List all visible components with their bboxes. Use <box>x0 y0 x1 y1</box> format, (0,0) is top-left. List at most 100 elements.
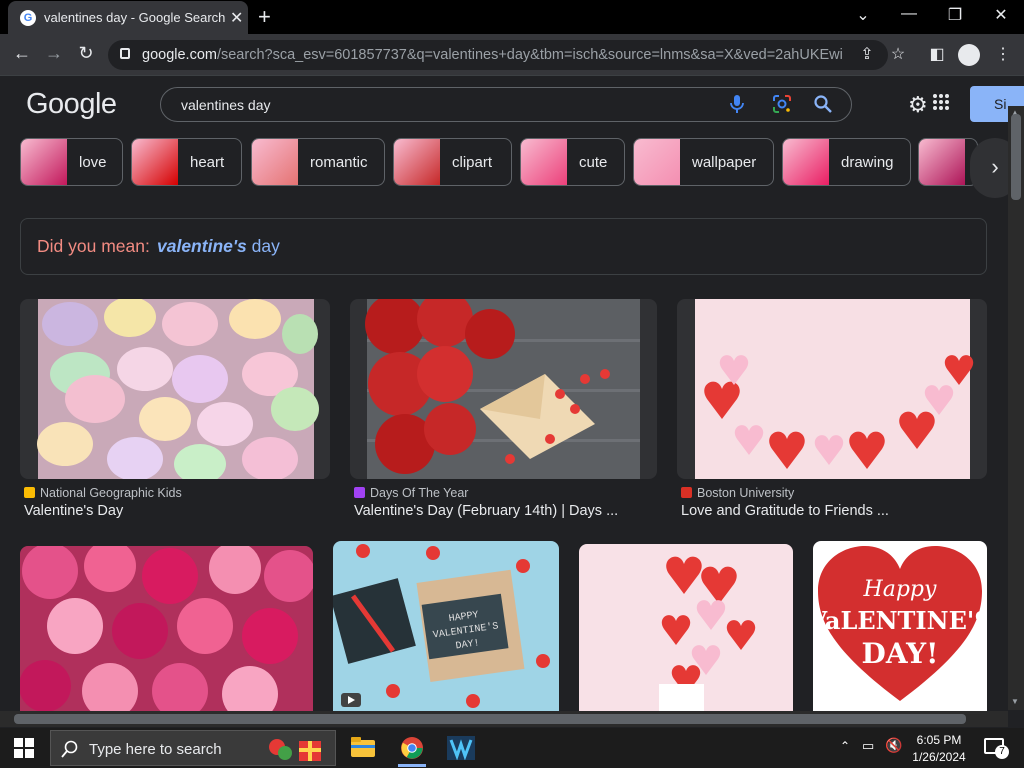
result-image-1[interactable] <box>20 299 330 479</box>
minimize-button[interactable]: — <box>897 5 921 23</box>
google-favicon-icon: G <box>20 10 36 26</box>
voice-search-icon[interactable] <box>729 94 745 114</box>
source-favicon-icon <box>354 487 365 498</box>
chip-label: clipart <box>452 154 493 171</box>
clipart-thumbnail <box>394 139 440 185</box>
chip-heart[interactable]: heart <box>131 138 242 186</box>
chip-label: heart <box>190 154 225 171</box>
file-explorer-icon[interactable] <box>351 737 375 757</box>
red-roses-envelope-image <box>365 299 640 479</box>
taskbar-clock[interactable]: 6:05 PM 1/26/2024 <box>904 732 974 766</box>
tab-close-icon[interactable]: ✕ <box>230 8 243 28</box>
romantic-thumbnail <box>252 139 298 185</box>
url-text: google.com/search?sca_esv=601857737&q=va… <box>142 47 842 63</box>
back-button[interactable]: ← <box>10 43 34 64</box>
valentine-gifts-icon <box>269 739 321 761</box>
google-lens-icon[interactable] <box>772 94 792 114</box>
pink-roses-image <box>20 546 313 711</box>
search-input[interactable]: valentines day <box>160 87 852 122</box>
chip-love[interactable]: love <box>20 138 123 186</box>
chip-label: wallpaper <box>692 154 757 171</box>
result-image-7[interactable]: Happy VaLENTINE'S DAY! <box>813 541 987 711</box>
chip-label: romantic <box>310 154 368 171</box>
chip-more[interactable] <box>918 138 978 186</box>
bookmark-star-icon[interactable]: ☆ <box>887 44 909 64</box>
result-source[interactable]: Boston University <box>681 486 794 500</box>
windows-start-icon[interactable] <box>14 738 34 758</box>
result-title[interactable]: Love and Gratitude to Friends ... <box>681 503 889 519</box>
menu-kebab-icon[interactable]: ⋮ <box>992 44 1014 64</box>
result-image-2[interactable] <box>350 299 657 479</box>
paper-hearts-envelope-image <box>579 544 793 711</box>
reload-button[interactable]: ↻ <box>74 43 98 64</box>
chrome-icon[interactable] <box>400 736 424 760</box>
clock-time: 6:05 PM <box>916 733 962 747</box>
close-window-button[interactable]: ✕ <box>989 5 1013 25</box>
valentine-thumbnail <box>919 139 965 185</box>
result-image-4[interactable] <box>20 546 313 711</box>
source-favicon-icon <box>24 487 35 498</box>
taskbar-search-input[interactable]: Type here to search <box>50 730 336 766</box>
result-title[interactable]: Valentine's Day <box>24 503 123 519</box>
result-title[interactable]: Valentine's Day (February 14th) | Days .… <box>354 503 618 519</box>
chip-wallpaper[interactable]: wallpaper <box>633 138 774 186</box>
result-image-6[interactable] <box>579 544 793 711</box>
drawing-thumbnail <box>783 139 829 185</box>
love-thumbnail <box>21 139 67 185</box>
notification-center-icon[interactable]: 7 <box>984 738 1009 759</box>
vertical-scroll-thumb[interactable] <box>1011 114 1021 200</box>
tab-search-chevron-icon[interactable]: ⌄ <box>851 5 875 25</box>
search-icon[interactable] <box>813 94 833 114</box>
lock-icon <box>120 48 130 59</box>
google-logo[interactable]: Google <box>26 88 117 121</box>
chip-label: love <box>79 154 107 171</box>
cute-thumbnail <box>521 139 567 185</box>
restore-button[interactable]: ❐ <box>943 5 967 25</box>
chip-label: drawing <box>841 154 894 171</box>
chip-clipart[interactable]: clipart <box>393 138 512 186</box>
side-panel-icon[interactable]: ◧ <box>926 44 948 64</box>
tab-title: valentines day - Google Search <box>44 10 226 25</box>
svg-text:VaLENTINE'S: VaLENTINE'S <box>813 606 987 635</box>
new-tab-button[interactable]: + <box>258 4 271 30</box>
result-image-5[interactable]: HAPPY VALENTINE'S DAY! <box>333 541 559 711</box>
scroll-down-arrow-icon[interactable]: ▼ <box>1011 697 1019 706</box>
chip-cute[interactable]: cute <box>520 138 625 186</box>
heart-thumbnail <box>132 139 178 185</box>
clock-date: 1/26/2024 <box>912 750 966 764</box>
pink-paper-hearts-image <box>695 299 974 479</box>
did-you-mean-suggestion-link[interactable]: valentine's day <box>157 236 280 257</box>
taskbar-search-placeholder: Type here to search <box>89 741 222 758</box>
network-icon[interactable]: ▭ <box>862 738 874 754</box>
chrome-active-indicator <box>398 764 426 767</box>
result-source[interactable]: National Geographic Kids <box>24 486 182 500</box>
result-source-name: Boston University <box>697 486 795 500</box>
horizontal-scroll-thumb[interactable] <box>14 714 966 724</box>
video-editor-app-icon[interactable] <box>447 736 475 760</box>
chip-label: cute <box>579 154 608 171</box>
address-bar[interactable]: google.com/search?sca_esv=601857737&q=va… <box>108 40 888 70</box>
search-query-text: valentines day <box>181 97 271 113</box>
candy-hearts-image <box>37 299 319 479</box>
tray-chevron-icon[interactable]: ⌃ <box>840 739 850 753</box>
happy-valentines-card-image: HAPPY VALENTINE'S DAY! <box>333 541 559 711</box>
taskbar-search-icon <box>61 740 78 758</box>
profile-avatar-icon[interactable] <box>958 44 980 66</box>
svg-text:Happy: Happy <box>863 577 937 602</box>
result-source-name: National Geographic Kids <box>40 486 182 500</box>
did-you-mean-label: Did you mean: <box>37 236 150 256</box>
result-source-name: Days Of The Year <box>370 486 469 500</box>
wallpaper-thumbnail <box>634 139 680 185</box>
result-image-3[interactable] <box>677 299 987 479</box>
volume-muted-icon[interactable]: 🔇 <box>885 737 902 754</box>
google-apps-icon[interactable] <box>932 93 950 111</box>
chip-romantic[interactable]: romantic <box>251 138 385 186</box>
browser-tab[interactable]: G valentines day - Google Search ✕ <box>8 1 248 34</box>
share-icon[interactable]: ⇪ <box>856 44 878 64</box>
svg-text:DAY!: DAY! <box>862 637 939 670</box>
chip-drawing[interactable]: drawing <box>782 138 911 186</box>
source-favicon-icon <box>681 487 692 498</box>
settings-gear-icon[interactable]: ⚙ <box>908 92 928 118</box>
forward-button[interactable]: → <box>42 43 66 64</box>
result-source[interactable]: Days Of The Year <box>354 486 468 500</box>
